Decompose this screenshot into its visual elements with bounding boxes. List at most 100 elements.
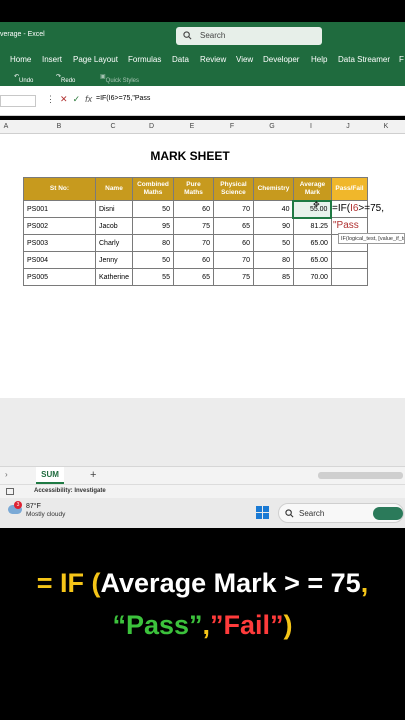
cell-st-no[interactable]: PS002 xyxy=(23,217,96,235)
add-sheet-button[interactable]: + xyxy=(90,469,96,481)
enter-icon[interactable]: ✓ xyxy=(73,94,81,104)
cell-st-no[interactable]: PS001 xyxy=(23,200,96,218)
sheet-tab-sum[interactable]: SUM xyxy=(36,467,64,484)
cell-combined[interactable]: 50 xyxy=(131,200,174,218)
cell-chemistry[interactable]: 80 xyxy=(252,251,294,269)
accessibility-status[interactable]: Accessibility: Investigate xyxy=(34,488,106,494)
caption-if: = IF ( xyxy=(36,568,101,598)
header-chemistry[interactable]: Chemistry xyxy=(252,177,294,201)
caption-condition: Average Mark > = 75 xyxy=(100,568,361,598)
in-cell-formula[interactable]: =IF(I6>=75, xyxy=(332,203,384,214)
search-box[interactable]: Search xyxy=(176,27,322,45)
tab-view[interactable]: View xyxy=(236,55,253,64)
table-row: PS003 Charly 80 70 60 50 65.00 xyxy=(23,234,368,252)
cell-combined[interactable]: 80 xyxy=(131,234,174,252)
cell-name[interactable]: Jenny xyxy=(95,251,133,269)
cell-pass-fail[interactable] xyxy=(330,268,368,286)
cell-chemistry[interactable]: 50 xyxy=(252,234,294,252)
header-physical-science[interactable]: Physical Science xyxy=(212,177,254,201)
cell-st-no[interactable]: PS003 xyxy=(23,234,96,252)
cell-name[interactable]: Katherine xyxy=(95,268,133,286)
cell-combined[interactable]: 55 xyxy=(131,268,174,286)
tab-home[interactable]: Home xyxy=(10,55,31,64)
col-i[interactable]: I xyxy=(292,123,330,130)
cell-combined[interactable]: 95 xyxy=(131,217,174,235)
cell-pure[interactable]: 70 xyxy=(172,234,214,252)
header-combined-maths[interactable]: Combined Maths xyxy=(131,177,174,201)
cell-physical[interactable]: 65 xyxy=(212,217,254,235)
header-pure-maths[interactable]: Pure Maths xyxy=(172,177,214,201)
cell-combined[interactable]: 50 xyxy=(131,251,174,269)
cell-average[interactable]: 65.00 xyxy=(292,234,332,252)
macro-icon[interactable] xyxy=(6,488,14,495)
cell-average[interactable]: 65.00 xyxy=(292,251,332,269)
formula-bar: ⋮ ✕ ✓ fx =IF(I6>=75,"Pass xyxy=(0,86,405,116)
cell-physical[interactable]: 70 xyxy=(212,200,254,218)
col-c[interactable]: C xyxy=(95,123,131,130)
name-box[interactable] xyxy=(0,95,36,107)
quick-styles-button[interactable]: ▣ Quick Styles xyxy=(100,73,139,84)
col-a[interactable]: A xyxy=(0,123,12,130)
cell-pure[interactable]: 65 xyxy=(172,268,214,286)
col-e[interactable]: E xyxy=(172,123,212,130)
formula-input[interactable]: =IF(I6>=75,"Pass xyxy=(96,95,150,102)
cell-average[interactable]: 81.25 xyxy=(292,217,332,235)
col-d[interactable]: D xyxy=(131,123,172,130)
more-icon[interactable]: ⋮ xyxy=(46,94,55,104)
mark-table: St No: Name Combined Maths Pure Maths Ph… xyxy=(23,177,368,286)
col-f[interactable]: F xyxy=(212,123,252,130)
notification-badge: 3 xyxy=(14,501,22,509)
tab-page-layout[interactable]: Page Layout xyxy=(73,55,118,64)
tab-overflow[interactable]: F xyxy=(399,55,404,64)
cell-pass-fail[interactable] xyxy=(330,251,368,269)
cell-chemistry[interactable]: 40 xyxy=(252,200,294,218)
caption-overlay: = IF (Average Mark > = 75, “Pass”,”Fail”… xyxy=(0,528,405,720)
tab-developer[interactable]: Developer xyxy=(263,55,299,64)
header-average-mark[interactable]: Average Mark xyxy=(292,177,332,201)
cell-chemistry[interactable]: 90 xyxy=(252,217,294,235)
cell-pure[interactable]: 75 xyxy=(172,217,214,235)
header-row: St No: Name Combined Maths Pure Maths Ph… xyxy=(23,177,368,201)
undo-label: Undo xyxy=(19,78,34,84)
weather-desc: Mostly cloudy xyxy=(26,511,66,518)
cell-st-no[interactable]: PS004 xyxy=(23,251,96,269)
cell-physical[interactable]: 75 xyxy=(212,268,254,286)
cell-st-no[interactable]: PS005 xyxy=(23,268,96,286)
cell-name[interactable]: Disni xyxy=(95,200,133,218)
cell-pure[interactable]: 60 xyxy=(172,251,214,269)
cell-physical[interactable]: 70 xyxy=(212,251,254,269)
cell-physical[interactable]: 60 xyxy=(212,234,254,252)
horizontal-scrollbar[interactable] xyxy=(318,472,403,479)
redo-button[interactable]: ↷ Redo xyxy=(56,73,75,84)
tab-help[interactable]: Help xyxy=(311,55,327,64)
header-name[interactable]: Name xyxy=(95,177,133,201)
tab-data-streamer[interactable]: Data Streamer xyxy=(338,55,390,64)
windows-start-icon[interactable] xyxy=(256,506,269,519)
cancel-icon[interactable]: ✕ xyxy=(60,94,68,104)
in-cell-formula-line2[interactable]: "Pass xyxy=(333,220,359,231)
tab-data[interactable]: Data xyxy=(172,55,189,64)
taskbar-search-icon xyxy=(285,509,294,518)
tab-review[interactable]: Review xyxy=(200,55,226,64)
taskbar-search[interactable]: Search xyxy=(278,503,404,523)
scroll-left-icon[interactable]: › xyxy=(5,470,8,479)
search-highlight-icon xyxy=(373,507,403,520)
in-cell-formula-suffix: >=75, xyxy=(358,203,384,214)
tab-insert[interactable]: Insert xyxy=(42,55,62,64)
header-pass-fail[interactable]: Pass/Fail xyxy=(330,177,368,201)
col-j[interactable]: J xyxy=(330,123,366,130)
col-k[interactable]: K xyxy=(372,123,400,130)
undo-button[interactable]: ↶ Undo xyxy=(14,73,33,84)
col-b[interactable]: B xyxy=(23,123,95,130)
empty-area xyxy=(0,398,405,466)
cell-name[interactable]: Jacob xyxy=(95,217,133,235)
cell-name[interactable]: Charly xyxy=(95,234,133,252)
cell-average[interactable]: 70.00 xyxy=(292,268,332,286)
quick-styles-label: Quick Styles xyxy=(105,78,140,84)
insert-function-icon[interactable]: fx xyxy=(85,94,92,104)
cell-chemistry[interactable]: 85 xyxy=(252,268,294,286)
header-st-no[interactable]: St No: xyxy=(23,177,96,201)
cell-pure[interactable]: 60 xyxy=(172,200,214,218)
col-g[interactable]: G xyxy=(252,123,292,130)
tab-formulas[interactable]: Formulas xyxy=(128,55,161,64)
